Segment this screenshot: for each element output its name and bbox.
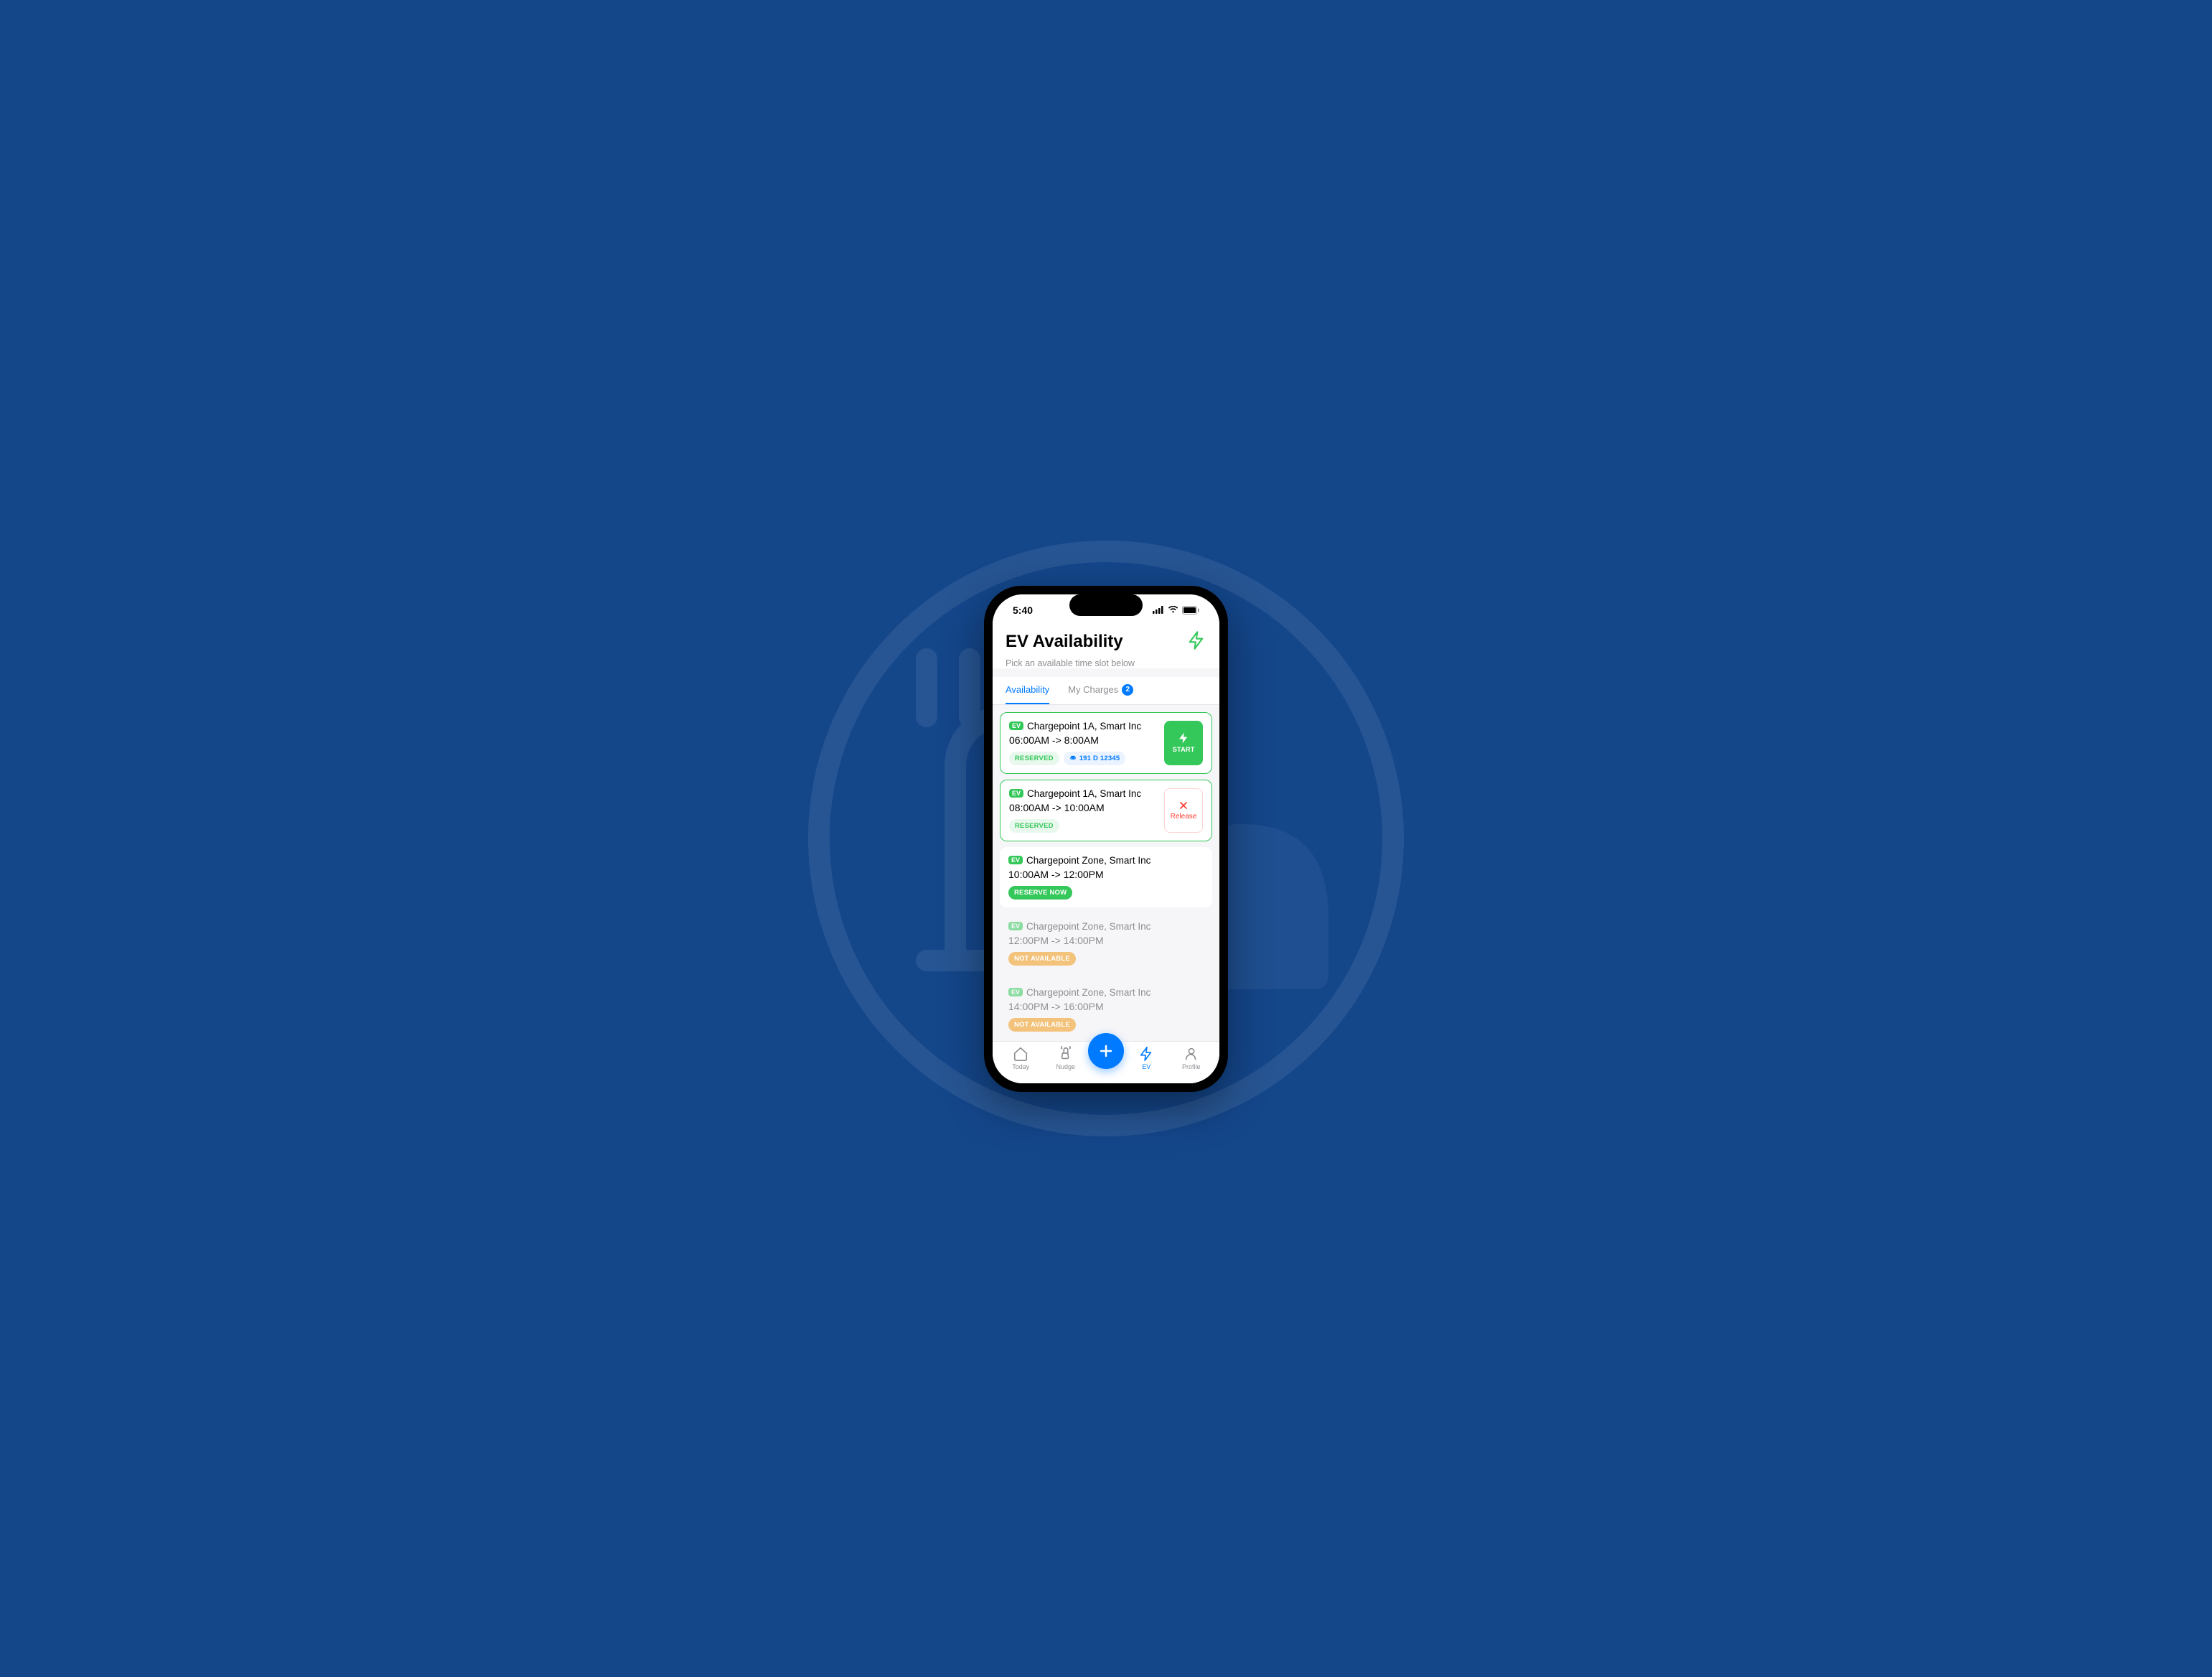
ev-badge: EV bbox=[1008, 856, 1023, 864]
slot-name: Chargepoint 1A, Smart Inc bbox=[1027, 721, 1141, 732]
slot-name: Chargepoint 1A, Smart Inc bbox=[1027, 788, 1141, 799]
tab-my-charges-label: My Charges bbox=[1068, 684, 1118, 695]
plus-icon bbox=[1097, 1042, 1115, 1060]
status-time: 5:40 bbox=[1013, 604, 1033, 616]
lightning-icon bbox=[1186, 630, 1206, 654]
slot-time: 14:00PM -> 16:00PM bbox=[1008, 1001, 1204, 1012]
lightning-icon bbox=[1177, 732, 1190, 744]
status-icons bbox=[1153, 606, 1199, 615]
lightning-icon bbox=[1138, 1046, 1154, 1062]
slot-name: Chargepoint Zone, Smart Inc bbox=[1026, 921, 1150, 932]
ev-badge: EV bbox=[1009, 721, 1023, 730]
status-badge: RESERVED bbox=[1009, 752, 1059, 765]
slot-name: Chargepoint Zone, Smart Inc bbox=[1026, 987, 1150, 998]
signal-icon bbox=[1153, 606, 1164, 614]
slot-time: 12:00PM -> 14:00PM bbox=[1008, 935, 1204, 946]
nav-nudge[interactable]: Nudge bbox=[1044, 1046, 1089, 1070]
tabs: Availability My Charges 2 bbox=[993, 677, 1219, 705]
status-badge: NOT AVAILABLE bbox=[1008, 952, 1076, 966]
status-badge: RESERVED bbox=[1009, 819, 1059, 833]
slots-list: EV Chargepoint 1A, Smart Inc 06:00AM -> … bbox=[993, 705, 1219, 1041]
slot-card[interactable]: EV Chargepoint 1A, Smart Inc 08:00AM -> … bbox=[1000, 780, 1212, 841]
nav-ev[interactable]: EV bbox=[1124, 1046, 1169, 1070]
slot-time: 08:00AM -> 10:00AM bbox=[1009, 802, 1164, 813]
ev-badge: EV bbox=[1009, 789, 1023, 798]
page-title: EV Availability bbox=[1006, 632, 1123, 652]
start-button-label: START bbox=[1173, 746, 1195, 754]
vehicle-badge: 191 D 12345 bbox=[1064, 752, 1126, 765]
slot-card: EV Chargepoint Zone, Smart Inc 14:00PM -… bbox=[1000, 979, 1212, 1040]
nav-label: Today bbox=[1012, 1063, 1029, 1070]
slot-time: 10:00AM -> 12:00PM bbox=[1008, 869, 1204, 880]
page-subtitle: Pick an available time slot below bbox=[1006, 658, 1206, 668]
nav-label: Profile bbox=[1182, 1063, 1201, 1070]
phone-notch bbox=[1069, 594, 1143, 616]
slot-card: EV Chargepoint Zone, Smart Inc 12:00PM -… bbox=[1000, 913, 1212, 973]
home-icon bbox=[1013, 1046, 1028, 1062]
slot-name: Chargepoint Zone, Smart Inc bbox=[1026, 855, 1150, 866]
release-button[interactable]: Release bbox=[1164, 788, 1203, 833]
nav-today[interactable]: Today bbox=[998, 1046, 1044, 1070]
release-button-label: Release bbox=[1171, 813, 1197, 821]
slot-card[interactable]: EV Chargepoint Zone, Smart Inc 10:00AM -… bbox=[1000, 847, 1212, 907]
tap-icon bbox=[1058, 1046, 1074, 1062]
battery-icon bbox=[1182, 606, 1199, 615]
page-header: EV Availability Pick an available time s… bbox=[993, 622, 1219, 668]
bottom-nav: Today Nudge EV Profile bbox=[993, 1041, 1219, 1083]
car-icon bbox=[1069, 755, 1077, 762]
close-icon bbox=[1178, 800, 1189, 811]
profile-icon bbox=[1184, 1046, 1199, 1062]
tab-availability[interactable]: Availability bbox=[1006, 677, 1049, 704]
tab-availability-label: Availability bbox=[1006, 684, 1049, 695]
tab-my-charges[interactable]: My Charges 2 bbox=[1068, 677, 1133, 704]
ev-badge: EV bbox=[1008, 922, 1023, 930]
wifi-icon bbox=[1168, 606, 1178, 614]
status-badge: NOT AVAILABLE bbox=[1008, 1018, 1076, 1032]
phone-frame: 5:40 EV Availability Pick an available t… bbox=[984, 586, 1228, 1092]
nav-label: EV bbox=[1142, 1063, 1150, 1070]
reserve-now-button[interactable]: RESERVE NOW bbox=[1008, 886, 1072, 900]
nav-profile[interactable]: Profile bbox=[1169, 1046, 1214, 1070]
add-button[interactable] bbox=[1088, 1033, 1124, 1069]
phone-screen: 5:40 EV Availability Pick an available t… bbox=[993, 594, 1219, 1083]
ev-badge: EV bbox=[1008, 988, 1023, 996]
my-charges-count-badge: 2 bbox=[1122, 684, 1133, 696]
start-button[interactable]: START bbox=[1164, 721, 1203, 765]
nav-label: Nudge bbox=[1056, 1063, 1075, 1070]
slot-card[interactable]: EV Chargepoint 1A, Smart Inc 06:00AM -> … bbox=[1000, 712, 1212, 774]
slot-time: 06:00AM -> 8:00AM bbox=[1009, 734, 1164, 746]
